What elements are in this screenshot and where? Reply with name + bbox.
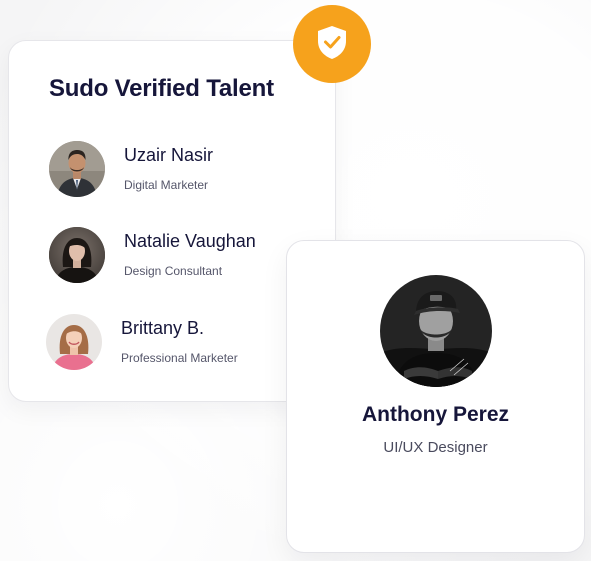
talent-name: Natalie Vaughan [124, 231, 256, 251]
avatar-woman-dark-hair-icon [49, 227, 105, 283]
talent-name: Uzair Nasir [124, 145, 214, 165]
featured-profile-card[interactable]: Anthony Perez UI/UX Designer [286, 240, 585, 553]
talent-role: Digital Marketer [124, 178, 209, 192]
avatar-woman-pink-top-icon [46, 314, 102, 370]
avatar-man-cap-monochrome-icon [380, 275, 492, 387]
verified-badge [293, 5, 371, 83]
avatar-man-suit-icon [49, 141, 105, 197]
profile-name: Anthony Perez [361, 403, 510, 426]
talent-role: Design Consultant [124, 264, 223, 278]
profile-role: UI/UX Designer [383, 439, 488, 456]
talent-row-uzair-nasir[interactable]: Uzair Nasir Digital Marketer [49, 141, 339, 201]
card-title: Sudo Verified Talent [49, 75, 274, 102]
talent-name: Brittany B. [121, 318, 205, 338]
talent-role: Professional Marketer [121, 351, 238, 365]
shield-check-icon [312, 22, 352, 67]
